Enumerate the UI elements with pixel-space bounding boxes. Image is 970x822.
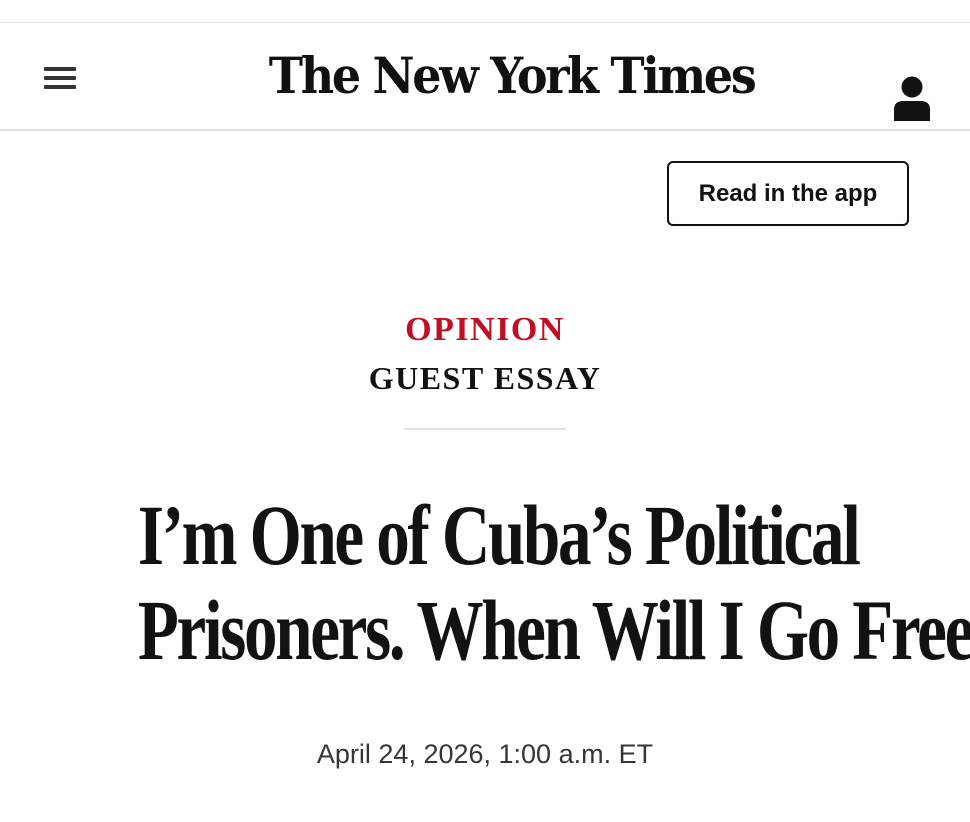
article-headline: I’m One of Cuba’s Political Prisoners. W… xyxy=(137,487,970,678)
headline-line: Prisoners. When Will I Go Free? xyxy=(137,582,970,678)
publish-date: April 24, 2026, 1:00 a.m. ET xyxy=(316,739,654,769)
section-label[interactable]: OPINION xyxy=(0,308,970,352)
kicker-divider xyxy=(404,428,566,430)
masthead: The New York Times xyxy=(0,23,970,131)
headline-line: I’m One of Cuba’s Political xyxy=(137,487,861,583)
account-icon[interactable] xyxy=(893,76,931,124)
hamburger-menu-icon[interactable] xyxy=(42,65,78,91)
subsection-label: GUEST ESSAY xyxy=(368,360,602,396)
site-logo[interactable]: The New York Times xyxy=(269,39,757,113)
read-in-app-button[interactable]: Read in the app xyxy=(667,161,909,226)
person-icon xyxy=(894,76,930,121)
